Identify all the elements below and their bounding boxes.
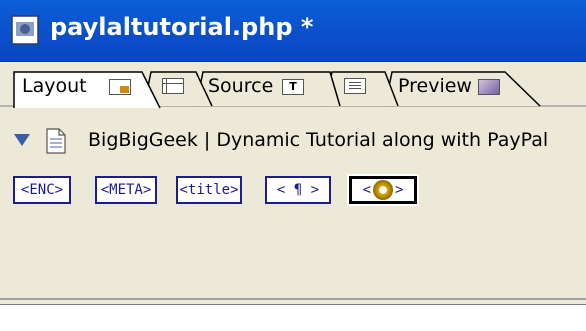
editor-window: paylaltutorial.php * Layout Source T Pre… — [0, 0, 586, 331]
design-pane[interactable] — [0, 304, 586, 331]
script-tag-button[interactable]: < > — [347, 174, 419, 206]
collapse-triangle-icon[interactable] — [14, 134, 30, 146]
layout-view-icon — [109, 79, 131, 95]
page-title: BigBigGeek | Dynamic Tutorial along with… — [88, 129, 549, 151]
head-tag-bar: <ENC> <META> <title> < ¶ > < > — [0, 168, 586, 300]
preview-icon — [478, 79, 500, 95]
head-section: BigBigGeek | Dynamic Tutorial along with… — [0, 114, 586, 168]
tab-layout[interactable]: Layout — [22, 75, 87, 97]
link-tag-button[interactable]: < ¶ > — [265, 176, 331, 204]
window-title: paylaltutorial.php * — [50, 13, 314, 41]
pane-divider[interactable] — [0, 298, 586, 300]
tag-open-bracket: < — [362, 182, 371, 198]
title-bar: paylaltutorial.php * — [0, 0, 586, 62]
meta-tag-button[interactable]: <META> — [95, 176, 157, 204]
table-view-icon[interactable] — [162, 78, 184, 94]
page-icon — [46, 128, 66, 154]
tag-close-bracket: > — [395, 182, 404, 198]
source-text-icon: T — [282, 79, 304, 95]
enc-tag-button[interactable]: <ENC> — [13, 176, 71, 204]
list-view-icon[interactable] — [344, 78, 366, 94]
gear-icon — [373, 180, 393, 200]
title-tag-button[interactable]: <title> — [176, 176, 242, 204]
tab-preview[interactable]: Preview — [398, 75, 472, 97]
document-icon — [11, 15, 39, 45]
view-tabs: Layout Source T Preview — [0, 62, 586, 114]
tab-source[interactable]: Source — [208, 75, 273, 97]
